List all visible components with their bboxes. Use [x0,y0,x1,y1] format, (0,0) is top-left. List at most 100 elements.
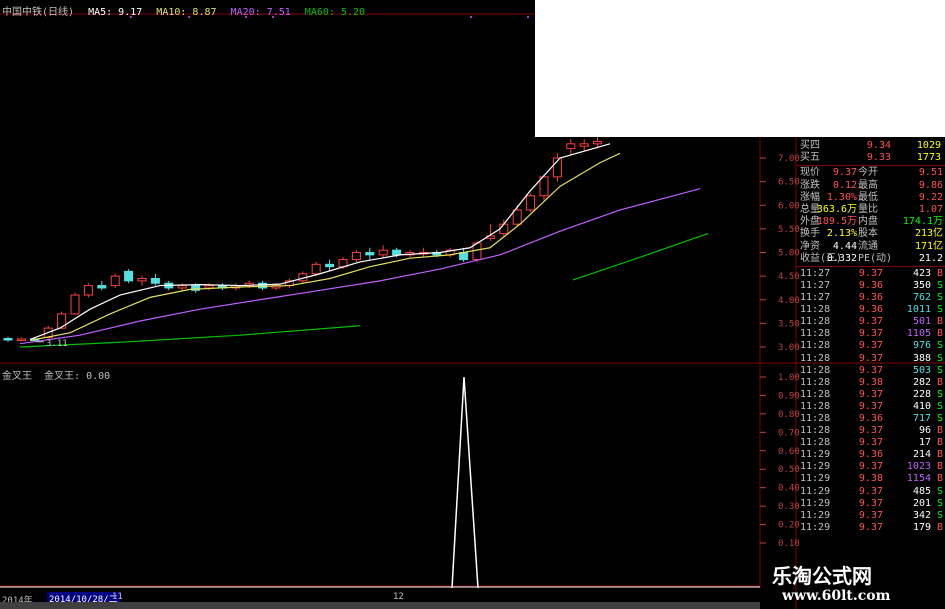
tick-time: 11:29 [800,449,831,461]
chart-header: 中国中铁(日线) MA5: 9.17 MA10: 8.87 MA20: 7.51… [2,3,373,18]
bid-row[interactable]: 买四 9.34 1029 [796,140,945,152]
tick-side: S [936,497,943,509]
tick-row[interactable]: 11:28 9.37 501 B [796,316,945,328]
stat-value: 1.07 [918,203,943,215]
stat-label: 最低 [858,191,878,203]
tick-time: 11:27 [800,279,831,291]
ma10-line [29,152,621,341]
tick-time: 11:28 [800,304,831,316]
tick-row[interactable]: 11:28 9.37 17 B [796,437,945,449]
stat-label: 流通 [858,240,878,252]
month-mark-12: 12 [393,592,404,602]
tick-side: B [936,437,943,449]
tick-side: S [936,292,943,304]
tick-volume: 282 [912,376,931,388]
tick-price: 9.36 [858,449,883,461]
tick-volume: 503 [912,364,931,376]
bid-row[interactable]: 买五 9.33 1773 [796,152,945,164]
tick-row[interactable]: 11:28 9.37 976 S [796,340,945,352]
tick-price: 9.37 [858,461,883,473]
tick-time: 11:27 [800,292,831,304]
tick-price: 9.37 [858,340,883,352]
tick-row[interactable]: 11:29 9.37 201 S [796,498,945,510]
stat-row: 涨幅 1.30% 最低 9.22 [796,192,945,204]
bid-price: 9.33 [866,152,891,164]
candle-body [512,209,522,225]
tick-row[interactable]: 11:29 9.37 485 S [796,486,945,498]
tick-row[interactable]: 11:28 9.38 282 B [796,377,945,389]
separator [796,265,945,267]
tick-row[interactable]: 11:29 9.37 342 S [796,510,945,522]
candle-body [177,285,187,289]
stat-label: 净资 [800,240,820,252]
bid-volume: 1029 [916,140,941,151]
stat-value: 9.37 [832,167,857,179]
tick-time: 11:28 [800,316,831,328]
ma60-label: MA60: 5.20 [304,7,366,18]
stat-value: 2.13% [826,228,857,240]
tick-time: 11:29 [800,461,831,473]
tick-row[interactable]: 11:28 9.37 96 B [796,425,945,437]
tick-time: 11:29 [800,497,831,509]
tick-row[interactable]: 11:29 9.36 214 B [796,449,945,461]
candle-body [392,249,402,256]
tick-price: 9.37 [858,388,883,400]
stat-value: 213亿 [914,228,943,240]
tick-volume: 423 [912,267,931,279]
stat-row: 总量 363.6万 量比 1.07 [796,204,945,216]
tick-row[interactable]: 11:28 9.36 717 S [796,413,945,425]
tick-row[interactable]: 11:27 9.37 423 B [796,268,945,280]
tick-row[interactable]: 11:29 9.37 1023 B [796,461,945,473]
tick-price: 9.36 [858,413,883,424]
tick-price: 9.36 [858,304,883,316]
stat-label: 量比 [858,203,878,215]
tick-row[interactable]: 11:27 9.36 350 S [796,280,945,292]
tick-volume: 17 [918,437,931,449]
tick-side: B [936,316,943,328]
candle-body [365,252,375,256]
stat-value: 0.332 [826,252,857,264]
candle-body [150,277,160,284]
tick-side: B [936,267,943,279]
watermark-title: 乐淘公式网 [772,564,872,588]
candle-body [16,338,26,341]
tick-price: 9.37 [858,425,883,437]
tick-time: 11:27 [800,267,831,279]
stat-label: PE(动) [858,252,893,264]
stat-label: 换手 [800,228,820,240]
stat-row: 净资 4.44 流通 171亿 [796,241,945,253]
candle-body [539,176,549,197]
quote-panel: 买四 9.34 1029 买五 9.33 1773 现价 9.37 今开 9.51 涨跌 0.12 最高… [796,140,945,534]
tick-price: 9.37 [858,364,883,376]
tick-price: 9.37 [858,509,883,521]
ma60-line-segment [572,233,709,281]
tick-row[interactable]: 11:29 9.38 1154 B [796,473,945,485]
tick-price: 9.37 [858,437,883,449]
tick-row[interactable]: 11:28 9.36 1011 S [796,304,945,316]
stat-value: 21.2 [918,252,943,264]
tick-price: 9.38 [858,473,883,485]
candle-body [566,143,576,150]
tick-time: 11:28 [800,400,831,412]
tick-price: 9.37 [858,400,883,412]
tick-side: S [936,413,943,424]
stat-value: 0.12 [832,179,857,191]
tick-row[interactable]: 11:28 9.37 228 S [796,389,945,401]
candle-body [526,195,536,211]
tick-price: 9.37 [858,328,883,340]
tick-side: S [936,485,943,497]
tick-volume: 1154 [906,473,931,485]
candle-body [593,140,603,145]
stat-value: 174.1万 [902,216,943,228]
tick-row[interactable]: 11:28 9.37 410 S [796,401,945,413]
candle-body [378,249,388,256]
tick-row[interactable]: 11:29 9.37 179 B [796,522,945,534]
tick-row[interactable]: 11:28 9.37 1105 B [796,328,945,340]
tick-row[interactable]: 11:27 9.36 762 S [796,292,945,304]
period-tabs[interactable] [0,602,760,609]
tick-side: S [936,352,943,364]
tick-price: 9.37 [858,352,883,364]
tick-row[interactable]: 11:28 9.37 503 S [796,365,945,377]
tick-row[interactable]: 11:28 9.37 388 S [796,353,945,365]
stat-row: 涨跌 0.12 最高 9.86 [796,180,945,192]
